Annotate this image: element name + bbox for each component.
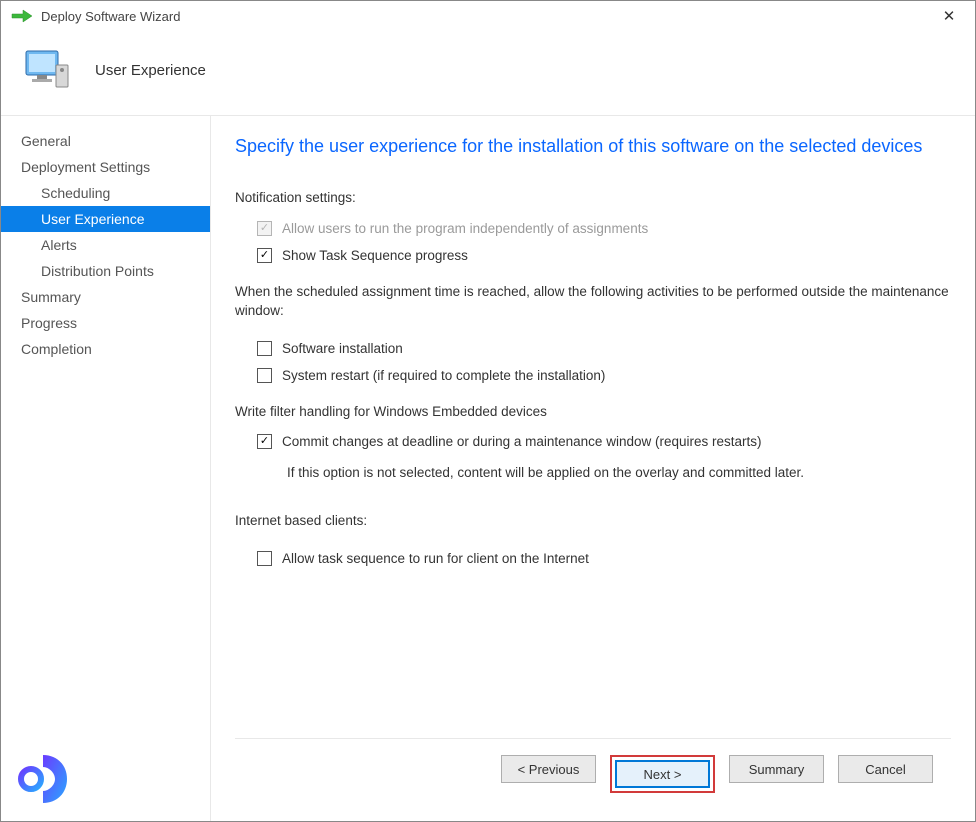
page-title: User Experience xyxy=(95,62,206,79)
allow-independent-label: Allow users to run the program independe… xyxy=(282,221,648,236)
system-restart-label: System restart (if required to complete … xyxy=(282,368,605,383)
allow-independent-row: Allow users to run the program independe… xyxy=(235,215,951,242)
maintenance-window-text: When the scheduled assignment time is re… xyxy=(235,283,951,321)
system-restart-checkbox[interactable] xyxy=(257,368,272,383)
next-button-highlight: Next > xyxy=(610,755,715,793)
sidebar-item-user-experience[interactable]: User Experience xyxy=(1,206,210,232)
commit-changes-label: Commit changes at deadline or during a m… xyxy=(282,434,762,449)
wizard-header: User Experience xyxy=(1,31,975,116)
notification-settings-label: Notification settings: xyxy=(235,190,951,205)
wizard-steps-sidebar: General Deployment Settings Scheduling U… xyxy=(1,116,211,821)
sidebar-item-completion[interactable]: Completion xyxy=(1,336,210,362)
software-install-row[interactable]: Software installation xyxy=(235,335,951,362)
allow-internet-checkbox[interactable] xyxy=(257,551,272,566)
commit-changes-checkbox[interactable] xyxy=(257,434,272,449)
show-progress-row[interactable]: Show Task Sequence progress xyxy=(235,242,951,269)
monitor-icon xyxy=(23,45,73,95)
sidebar-item-progress[interactable]: Progress xyxy=(1,310,210,336)
main-heading: Specify the user experience for the inst… xyxy=(235,134,951,158)
sidebar-item-scheduling[interactable]: Scheduling xyxy=(1,180,210,206)
title-bar: Deploy Software Wizard ✕ xyxy=(1,1,975,31)
internet-clients-label: Internet based clients: xyxy=(235,512,951,531)
sidebar-item-distribution-points[interactable]: Distribution Points xyxy=(1,258,210,284)
main-content: Specify the user experience for the inst… xyxy=(211,116,975,821)
window-title: Deploy Software Wizard xyxy=(41,9,180,24)
sidebar-item-summary[interactable]: Summary xyxy=(1,284,210,310)
show-progress-label: Show Task Sequence progress xyxy=(282,248,468,263)
sidebar-item-alerts[interactable]: Alerts xyxy=(1,232,210,258)
next-button[interactable]: Next > xyxy=(615,760,710,788)
system-restart-row[interactable]: System restart (if required to complete … xyxy=(235,362,951,389)
allow-internet-row[interactable]: Allow task sequence to run for client on… xyxy=(235,545,951,572)
write-filter-label: Write filter handling for Windows Embedd… xyxy=(235,403,951,422)
commit-changes-note: If this option is not selected, content … xyxy=(235,455,951,484)
summary-button[interactable]: Summary xyxy=(729,755,824,783)
close-icon[interactable]: ✕ xyxy=(929,3,969,29)
previous-button[interactable]: < Previous xyxy=(501,755,596,783)
wizard-arrow-icon xyxy=(11,9,33,23)
allow-independent-checkbox xyxy=(257,221,272,236)
software-install-checkbox[interactable] xyxy=(257,341,272,356)
software-install-label: Software installation xyxy=(282,341,403,356)
sidebar-item-general[interactable]: General xyxy=(1,128,210,154)
cancel-button[interactable]: Cancel xyxy=(838,755,933,783)
commit-changes-row[interactable]: Commit changes at deadline or during a m… xyxy=(235,428,951,455)
allow-internet-label: Allow task sequence to run for client on… xyxy=(282,551,589,566)
watermark-logo xyxy=(15,751,71,807)
wizard-footer: < Previous Next > Summary Cancel xyxy=(235,738,951,811)
sidebar-item-deployment-settings[interactable]: Deployment Settings xyxy=(1,154,210,180)
show-progress-checkbox[interactable] xyxy=(257,248,272,263)
